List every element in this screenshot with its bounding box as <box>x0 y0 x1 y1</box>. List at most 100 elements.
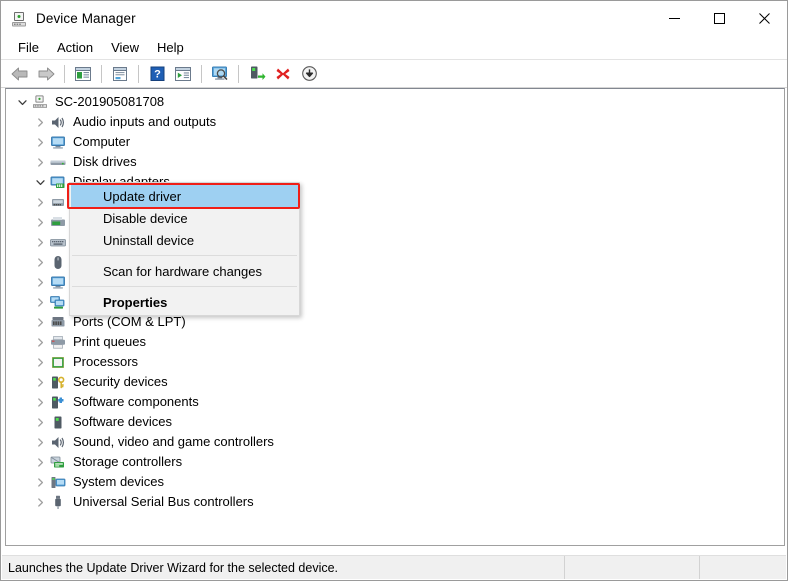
close-button[interactable] <box>742 1 787 36</box>
device-manager-icon <box>10 10 28 28</box>
properties-button[interactable] <box>107 62 133 86</box>
toolbar-separator <box>201 64 202 83</box>
speaker-icon <box>49 434 67 451</box>
security-device-icon <box>49 374 67 391</box>
minimize-button[interactable] <box>652 1 697 36</box>
tree-node-root[interactable]: SC-201905081708 <box>6 92 784 112</box>
speaker-icon <box>49 114 67 131</box>
back-button[interactable] <box>7 62 33 86</box>
status-bar: Launches the Update Driver Wizard for th… <box>2 555 786 579</box>
toolbar: ? <box>1 60 787 88</box>
menu-help[interactable]: Help <box>148 37 193 59</box>
tree-node-sound-video-and-game-controllers[interactable]: Sound, video and game controllers <box>6 432 784 452</box>
port-icon <box>49 314 67 331</box>
chevron-right-icon[interactable] <box>32 452 49 472</box>
tree-node-label: Disk drives <box>73 154 137 169</box>
context-menu-item-label: Properties <box>103 294 168 310</box>
device-tree-pane[interactable]: SC-201905081708 Audio inputs and outputs <box>5 88 785 546</box>
chevron-right-icon[interactable] <box>32 272 49 292</box>
chevron-right-icon[interactable] <box>32 332 49 352</box>
tree-node-software-devices[interactable]: Software devices <box>6 412 784 432</box>
tree-node-print-queues[interactable]: Print queues <box>6 332 784 352</box>
scan-hardware-icon <box>251 66 266 80</box>
tree-node-label: System devices <box>73 474 165 489</box>
computer-root-icon <box>31 94 49 111</box>
tree-node-label: Sound, video and game controllers <box>73 434 274 449</box>
tree-node-system-devices[interactable]: System devices <box>6 472 784 492</box>
chevron-down-icon[interactable] <box>14 92 31 112</box>
tree-node-security-devices[interactable]: Security devices <box>6 372 784 392</box>
forward-button[interactable] <box>33 62 59 86</box>
context-menu-item-scan-for-hardware-changes[interactable]: Scan for hardware changes <box>70 260 299 282</box>
tree-node-audio-inputs-and-outputs[interactable]: Audio inputs and outputs <box>6 112 784 132</box>
chevron-down-icon[interactable] <box>32 172 49 192</box>
chevron-right-icon[interactable] <box>32 492 49 512</box>
scan-hardware-changes-button[interactable] <box>244 62 270 86</box>
help-button[interactable]: ? <box>144 62 170 86</box>
update-driver-icon <box>175 66 191 81</box>
chevron-right-icon[interactable] <box>32 112 49 132</box>
toolbar-separator <box>101 64 102 83</box>
context-menu-item-update-driver[interactable]: Update driver <box>71 185 298 207</box>
uninstall-device-button[interactable] <box>270 62 296 86</box>
tree-node-software-components[interactable]: Software components <box>6 392 784 412</box>
maximize-icon <box>714 13 725 24</box>
tree-node-label: Audio inputs and outputs <box>73 114 217 129</box>
chevron-right-icon[interactable] <box>32 152 49 172</box>
tree-node-processors[interactable]: Processors <box>6 352 784 372</box>
disable-device-button[interactable] <box>296 62 322 86</box>
red-x-icon <box>276 68 290 79</box>
window-title: Device Manager <box>36 11 136 26</box>
update-driver-button[interactable] <box>170 62 196 86</box>
scan-display-button[interactable] <box>207 62 233 86</box>
tree-node-universal-serial-bus-controllers[interactable]: Universal Serial Bus controllers <box>6 492 784 512</box>
tree-node-computer[interactable]: Computer <box>6 132 784 152</box>
context-menu-separator <box>72 255 297 256</box>
close-icon <box>759 13 770 24</box>
imaging-device-icon <box>49 214 67 231</box>
console-tree-icon <box>75 66 91 81</box>
toolbar-separator <box>238 64 239 83</box>
help-question-icon: ? <box>150 66 164 81</box>
chevron-right-icon[interactable] <box>32 212 49 232</box>
chevron-right-icon[interactable] <box>32 432 49 452</box>
chevron-right-icon[interactable] <box>32 292 49 312</box>
monitor-icon <box>49 134 67 151</box>
menu-view[interactable]: View <box>102 37 148 59</box>
chevron-right-icon[interactable] <box>32 252 49 272</box>
storage-controller-icon <box>49 454 67 471</box>
chevron-right-icon[interactable] <box>32 192 49 212</box>
context-menu-item-uninstall-device[interactable]: Uninstall device <box>70 229 299 251</box>
device-manager-window: Device Manager File Action View Help ? S… <box>0 0 788 581</box>
chevron-right-icon[interactable] <box>32 232 49 252</box>
menu-file[interactable]: File <box>9 37 48 59</box>
status-pane-2 <box>564 556 699 579</box>
status-pane-3 <box>699 556 786 579</box>
chevron-right-icon[interactable] <box>32 372 49 392</box>
firmware-icon <box>49 194 67 211</box>
tree-node-storage-controllers[interactable]: Storage controllers <box>6 452 784 472</box>
chevron-right-icon[interactable] <box>32 392 49 412</box>
chevron-right-icon[interactable] <box>32 472 49 492</box>
software-component-icon <box>49 394 67 411</box>
context-menu-item-label: Update driver <box>103 188 182 204</box>
status-message: Launches the Update Driver Wizard for th… <box>8 560 339 575</box>
tree-node-label: Software components <box>73 394 199 409</box>
usb-icon <box>49 494 67 511</box>
maximize-button[interactable] <box>697 1 742 36</box>
chevron-right-icon[interactable] <box>32 312 49 332</box>
chevron-right-icon[interactable] <box>32 412 49 432</box>
tree-node-disk-drives[interactable]: Disk drives <box>6 152 784 172</box>
tree-node-label: Security devices <box>73 374 168 389</box>
show-hide-console-tree-button[interactable] <box>70 62 96 86</box>
system-device-icon <box>49 474 67 491</box>
context-menu-item-disable-device[interactable]: Disable device <box>70 207 299 229</box>
chevron-right-icon[interactable] <box>32 132 49 152</box>
context-menu-item-properties[interactable]: Properties <box>70 291 299 313</box>
menu-action[interactable]: Action <box>48 37 102 59</box>
context-menu-item-label: Scan for hardware changes <box>103 263 262 279</box>
chevron-right-icon[interactable] <box>32 352 49 372</box>
context-menu-item-label: Uninstall device <box>103 232 195 248</box>
tree-node-root-label: SC-201905081708 <box>55 94 165 109</box>
context-menu[interactable]: Update driver Disable device Uninstall d… <box>69 182 300 316</box>
